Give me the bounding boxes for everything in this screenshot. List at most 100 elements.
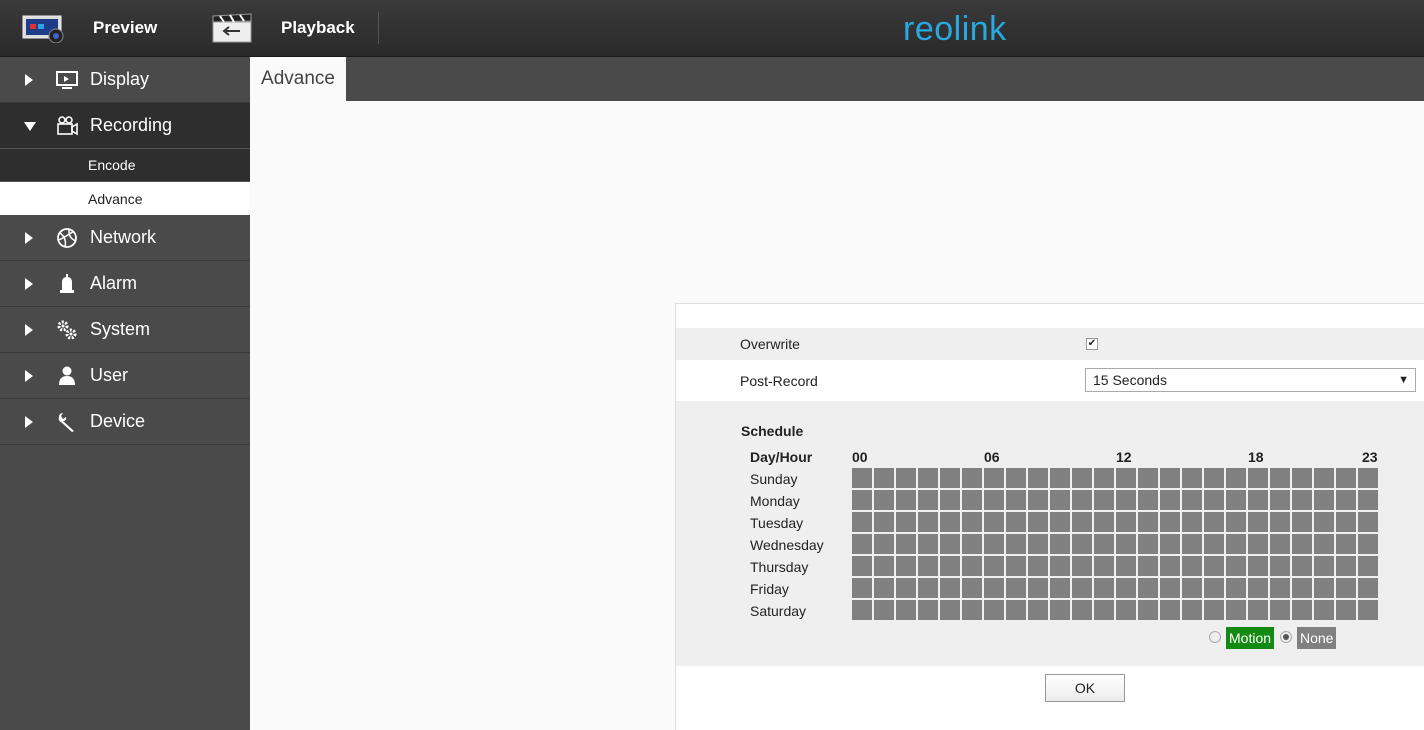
- schedule-cell[interactable]: [1028, 534, 1048, 554]
- schedule-cell[interactable]: [1182, 490, 1202, 510]
- schedule-cell[interactable]: [1226, 468, 1246, 488]
- schedule-cell[interactable]: [1270, 512, 1290, 532]
- schedule-cell[interactable]: [1028, 600, 1048, 620]
- schedule-cell[interactable]: [1028, 512, 1048, 532]
- schedule-cell[interactable]: [1204, 578, 1224, 598]
- schedule-cell[interactable]: [984, 468, 1004, 488]
- schedule-cell[interactable]: [1072, 468, 1092, 488]
- schedule-cell[interactable]: [940, 490, 960, 510]
- schedule-cell[interactable]: [1160, 534, 1180, 554]
- schedule-cell[interactable]: [1182, 556, 1202, 576]
- motion-legend[interactable]: Motion: [1226, 627, 1275, 649]
- schedule-cell[interactable]: [1160, 600, 1180, 620]
- schedule-cell[interactable]: [874, 556, 894, 576]
- schedule-cell[interactable]: [1358, 468, 1378, 488]
- schedule-cell[interactable]: [1050, 468, 1070, 488]
- schedule-cell[interactable]: [1336, 578, 1356, 598]
- schedule-cell[interactable]: [1050, 578, 1070, 598]
- schedule-cell[interactable]: [1358, 600, 1378, 620]
- schedule-cell[interactable]: [984, 512, 1004, 532]
- schedule-cell[interactable]: [1094, 578, 1114, 598]
- schedule-cell[interactable]: [852, 490, 872, 510]
- schedule-cell[interactable]: [1204, 556, 1224, 576]
- schedule-cell[interactable]: [852, 600, 872, 620]
- schedule-cell[interactable]: [1050, 600, 1070, 620]
- schedule-cell[interactable]: [1006, 490, 1026, 510]
- schedule-cell[interactable]: [1138, 534, 1158, 554]
- schedule-cell[interactable]: [962, 534, 982, 554]
- schedule-cell[interactable]: [1336, 556, 1356, 576]
- schedule-cell[interactable]: [1270, 578, 1290, 598]
- schedule-cell[interactable]: [1226, 534, 1246, 554]
- schedule-cell[interactable]: [1028, 578, 1048, 598]
- schedule-cell[interactable]: [1270, 600, 1290, 620]
- sidebar-item-device[interactable]: Device: [0, 399, 250, 445]
- schedule-cell[interactable]: [1116, 600, 1136, 620]
- schedule-cell[interactable]: [1138, 578, 1158, 598]
- schedule-cell[interactable]: [1182, 534, 1202, 554]
- schedule-cell[interactable]: [1116, 468, 1136, 488]
- schedule-cell[interactable]: [1226, 600, 1246, 620]
- schedule-cell[interactable]: [1116, 490, 1136, 510]
- schedule-cell[interactable]: [896, 578, 916, 598]
- schedule-cell[interactable]: [1336, 600, 1356, 620]
- schedule-cell[interactable]: [1270, 490, 1290, 510]
- schedule-cell[interactable]: [1182, 512, 1202, 532]
- schedule-cell[interactable]: [1160, 468, 1180, 488]
- schedule-cell[interactable]: [1248, 534, 1268, 554]
- ok-button[interactable]: OK: [1045, 674, 1125, 702]
- schedule-cell[interactable]: [874, 468, 894, 488]
- schedule-cell[interactable]: [940, 512, 960, 532]
- schedule-cell[interactable]: [1292, 490, 1312, 510]
- motion-radio[interactable]: [1209, 631, 1221, 643]
- schedule-cell[interactable]: [918, 490, 938, 510]
- schedule-cell[interactable]: [940, 600, 960, 620]
- schedule-cell[interactable]: [874, 578, 894, 598]
- schedule-cell[interactable]: [1116, 534, 1136, 554]
- schedule-cell[interactable]: [1006, 468, 1026, 488]
- schedule-cell[interactable]: [852, 512, 872, 532]
- schedule-cell[interactable]: [1292, 556, 1312, 576]
- schedule-cell[interactable]: [896, 512, 916, 532]
- schedule-cell[interactable]: [1094, 512, 1114, 532]
- schedule-cell[interactable]: [1094, 600, 1114, 620]
- schedule-cell[interactable]: [1204, 468, 1224, 488]
- schedule-cell[interactable]: [1314, 578, 1334, 598]
- schedule-cell[interactable]: [1314, 512, 1334, 532]
- schedule-cell[interactable]: [962, 512, 982, 532]
- schedule-cell[interactable]: [1336, 490, 1356, 510]
- sidebar-item-recording[interactable]: Recording: [0, 103, 250, 149]
- schedule-cell[interactable]: [984, 578, 1004, 598]
- schedule-cell[interactable]: [896, 534, 916, 554]
- schedule-cell[interactable]: [940, 578, 960, 598]
- schedule-cell[interactable]: [896, 600, 916, 620]
- schedule-cell[interactable]: [874, 490, 894, 510]
- preview-button[interactable]: Preview: [22, 0, 157, 56]
- schedule-cell[interactable]: [1028, 468, 1048, 488]
- schedule-cell[interactable]: [1160, 578, 1180, 598]
- schedule-cell[interactable]: [1072, 512, 1092, 532]
- schedule-cell[interactable]: [918, 468, 938, 488]
- sidebar-item-display[interactable]: Display: [0, 57, 250, 103]
- schedule-cell[interactable]: [1358, 490, 1378, 510]
- schedule-cell[interactable]: [1116, 556, 1136, 576]
- schedule-cell[interactable]: [1138, 490, 1158, 510]
- schedule-cell[interactable]: [1006, 534, 1026, 554]
- schedule-cell[interactable]: [1226, 578, 1246, 598]
- schedule-cell[interactable]: [852, 556, 872, 576]
- schedule-cell[interactable]: [918, 534, 938, 554]
- tab-advance[interactable]: Advance: [250, 57, 346, 101]
- schedule-cell[interactable]: [1336, 534, 1356, 554]
- schedule-cell[interactable]: [1050, 490, 1070, 510]
- schedule-cell[interactable]: [1072, 578, 1092, 598]
- schedule-cell[interactable]: [918, 556, 938, 576]
- schedule-cell[interactable]: [962, 490, 982, 510]
- schedule-cell[interactable]: [1204, 600, 1224, 620]
- schedule-cell[interactable]: [1358, 556, 1378, 576]
- schedule-cell[interactable]: [1248, 512, 1268, 532]
- schedule-cell[interactable]: [1160, 556, 1180, 576]
- none-legend[interactable]: None: [1297, 627, 1337, 649]
- schedule-cell[interactable]: [1292, 512, 1312, 532]
- schedule-cell[interactable]: [1072, 600, 1092, 620]
- schedule-cell[interactable]: [874, 600, 894, 620]
